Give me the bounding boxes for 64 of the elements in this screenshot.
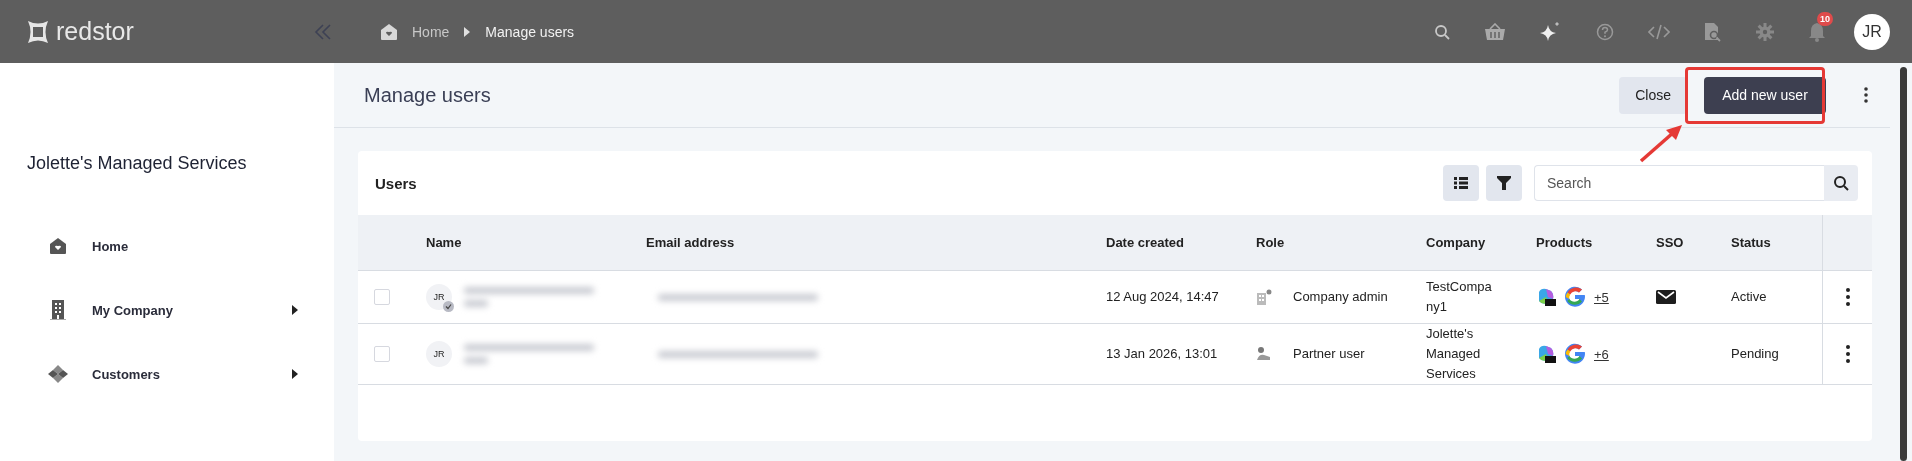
building-icon [48,300,68,320]
notification-badge: 10 [1817,11,1833,26]
column-header: Name [425,235,463,250]
filter-button[interactable] [1486,165,1522,201]
more-products-link[interactable]: +5 [1594,289,1609,305]
scrollbar-thumb[interactable] [1900,67,1907,461]
company-cell-text: TestCompany1 [1426,278,1493,316]
settings-icon[interactable] [1756,22,1774,41]
status-cell-text: Pending [1731,345,1779,363]
column-header: Role [1255,235,1286,250]
role-cell-text: Company admin [1293,288,1388,306]
status-cell-text: Active [1731,288,1767,306]
list-view-button[interactable] [1443,165,1479,201]
home-icon[interactable] [380,22,398,41]
more-products-link[interactable]: +6 [1594,346,1609,362]
more-icon[interactable] [1864,87,1868,103]
colorful-swirl-icon [1536,287,1556,307]
company-cell-text: Jolette's Managed Services [1426,325,1482,383]
nav-item[interactable]: Customers [48,342,298,406]
sparkle-icon[interactable] [1540,21,1562,42]
basket-icon[interactable] [1484,22,1506,41]
filter-icon [1497,176,1511,190]
home-icon [48,238,68,254]
user-avatar: JR [426,341,452,367]
column-header: Company [1425,235,1487,250]
card-title: Users [375,174,417,192]
colorful-swirl-icon [1536,344,1556,364]
nav-item[interactable]: My Company [48,278,298,342]
column-header: Status [1730,235,1772,250]
list-icon [1454,177,1468,189]
logo-text: redstor [56,17,134,46]
bell-icon[interactable] [1808,21,1826,42]
column-header: Email address [645,235,736,250]
role-cell-text: Partner user [1293,345,1365,363]
search-icon [1833,175,1849,191]
breadcrumb-link[interactable]: Home [412,23,450,40]
logo-icon [26,18,50,45]
g-logo-icon [1564,343,1586,365]
row-checkbox[interactable] [374,346,390,362]
user-avatar[interactable]: JR [1854,13,1890,50]
row-checkbox[interactable] [374,289,390,305]
search-field[interactable]: Search [1534,165,1824,201]
more-icon[interactable] [1845,288,1850,306]
company-name: Jolette's Managed Services [26,153,248,174]
nav-item[interactable]: Home [48,214,298,278]
g-logo-icon [1564,286,1586,308]
close-button[interactable]: Close [1619,76,1687,114]
document-search-icon[interactable] [1704,21,1722,42]
search-button[interactable] [1824,165,1858,201]
more-icon[interactable] [1845,345,1850,363]
column-header: SSO [1655,235,1685,250]
date-cell-text: 12 Aug 2024, 14:47 [1106,288,1219,306]
column-header: Products [1535,235,1594,250]
diamond-cluster-icon [48,365,68,383]
chevron-icon [463,26,472,37]
page-title: Manage users [364,83,491,107]
search-icon[interactable] [1434,23,1450,40]
user-avatar: JR [426,284,452,310]
date-cell-text: 13 Jan 2026, 13:01 [1106,345,1218,363]
column-header: Date created [1105,235,1186,250]
add-user-button[interactable]: Add new user [1704,76,1826,114]
help-icon[interactable] [1596,22,1614,41]
collapse-icon[interactable] [314,23,334,40]
code-icon[interactable] [1648,23,1670,40]
